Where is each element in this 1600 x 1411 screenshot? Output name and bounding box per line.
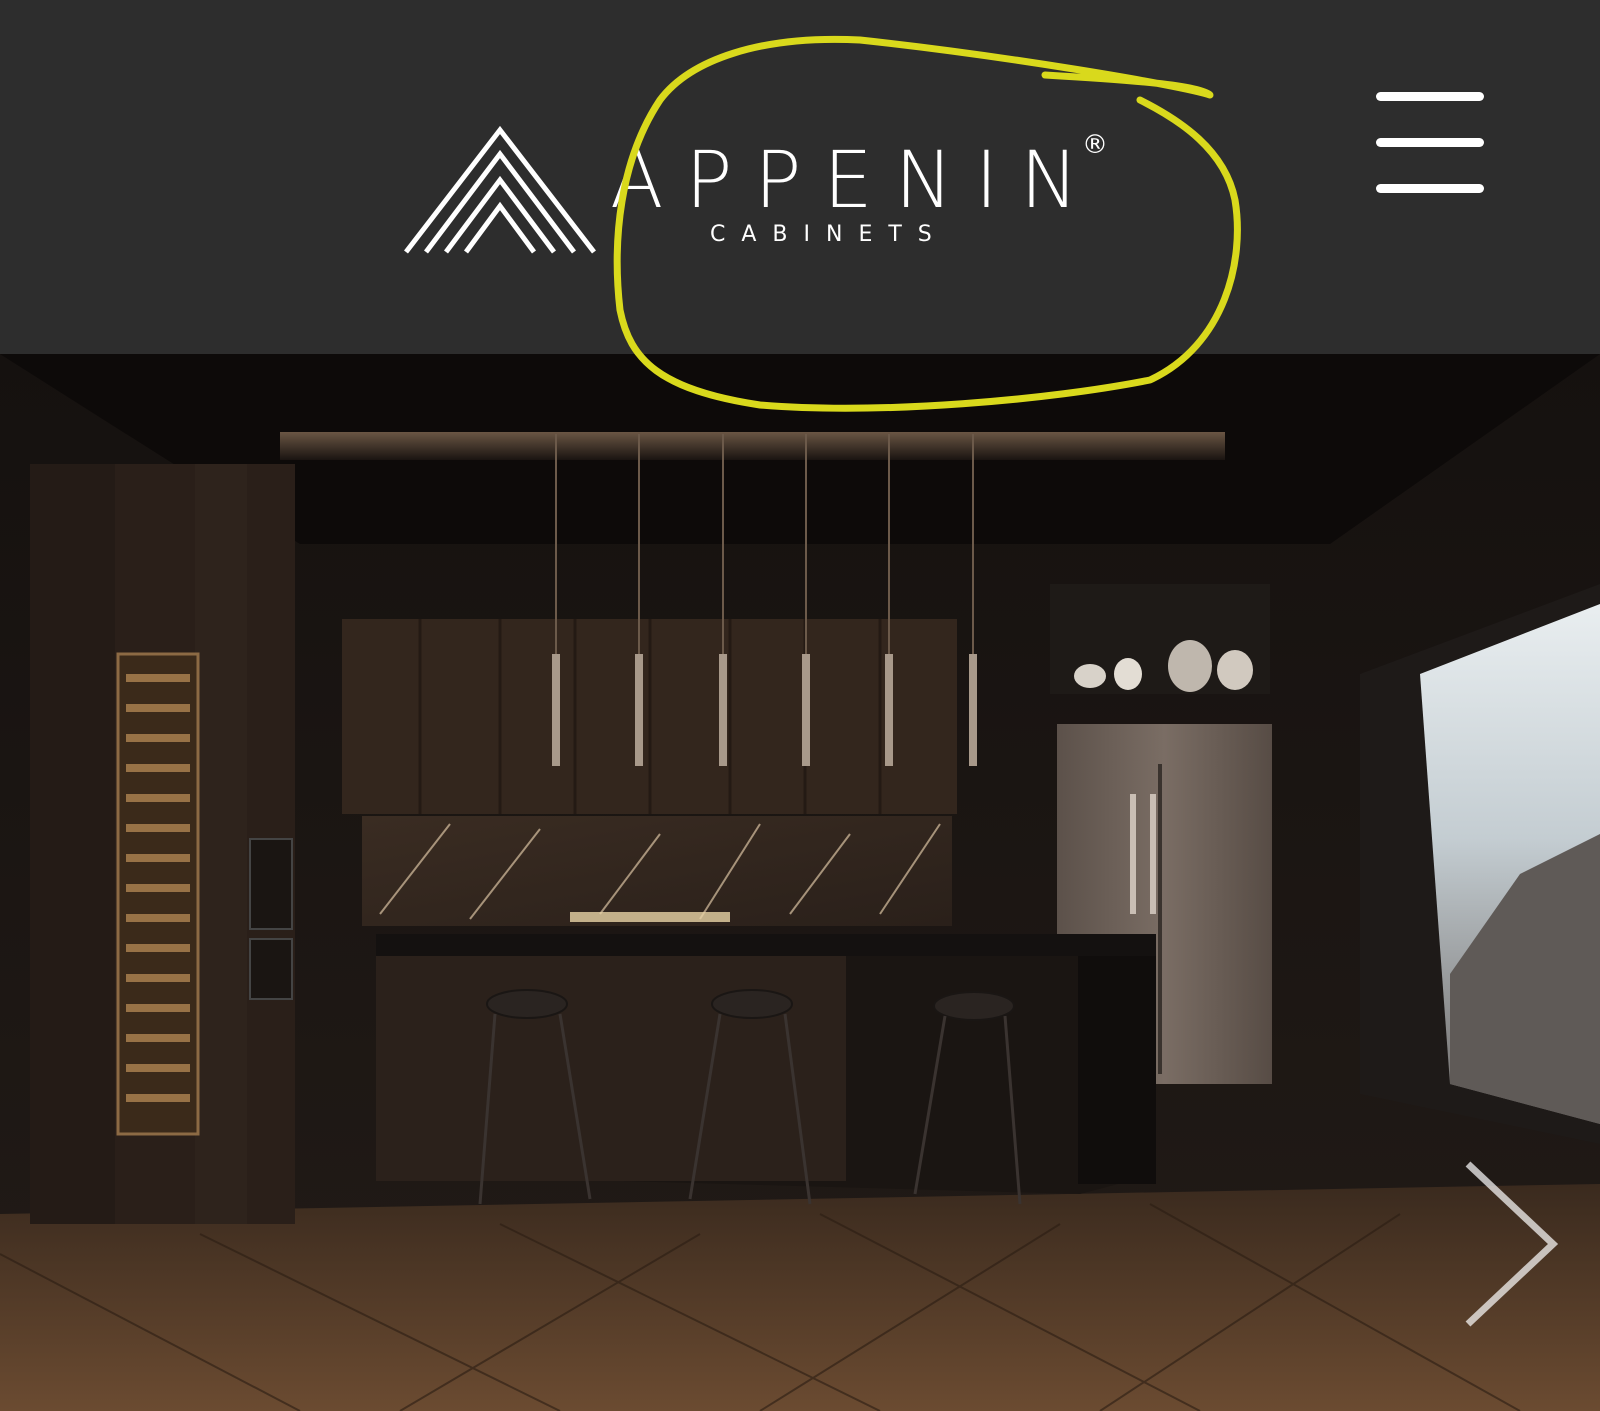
- menu-bar-middle: [1376, 138, 1484, 147]
- kitchen-illustration: [0, 354, 1600, 1411]
- registered-mark: ®: [1082, 130, 1108, 160]
- brand-name: APPENIN: [610, 136, 1101, 226]
- mountain-stripes-logo-icon: [404, 125, 596, 254]
- brand-subtitle: CABINETS: [710, 222, 948, 247]
- menu-bar-top: [1376, 92, 1484, 101]
- hero-kitchen-image: [0, 354, 1600, 1411]
- site-header: APPENIN ® CABINETS: [0, 0, 1600, 354]
- menu-bar-bottom: [1376, 184, 1484, 193]
- brand-logo[interactable]: APPENIN ® CABINETS: [404, 120, 1124, 260]
- chevron-right-icon[interactable]: [1458, 1154, 1568, 1334]
- hamburger-menu-button[interactable]: [1372, 88, 1484, 198]
